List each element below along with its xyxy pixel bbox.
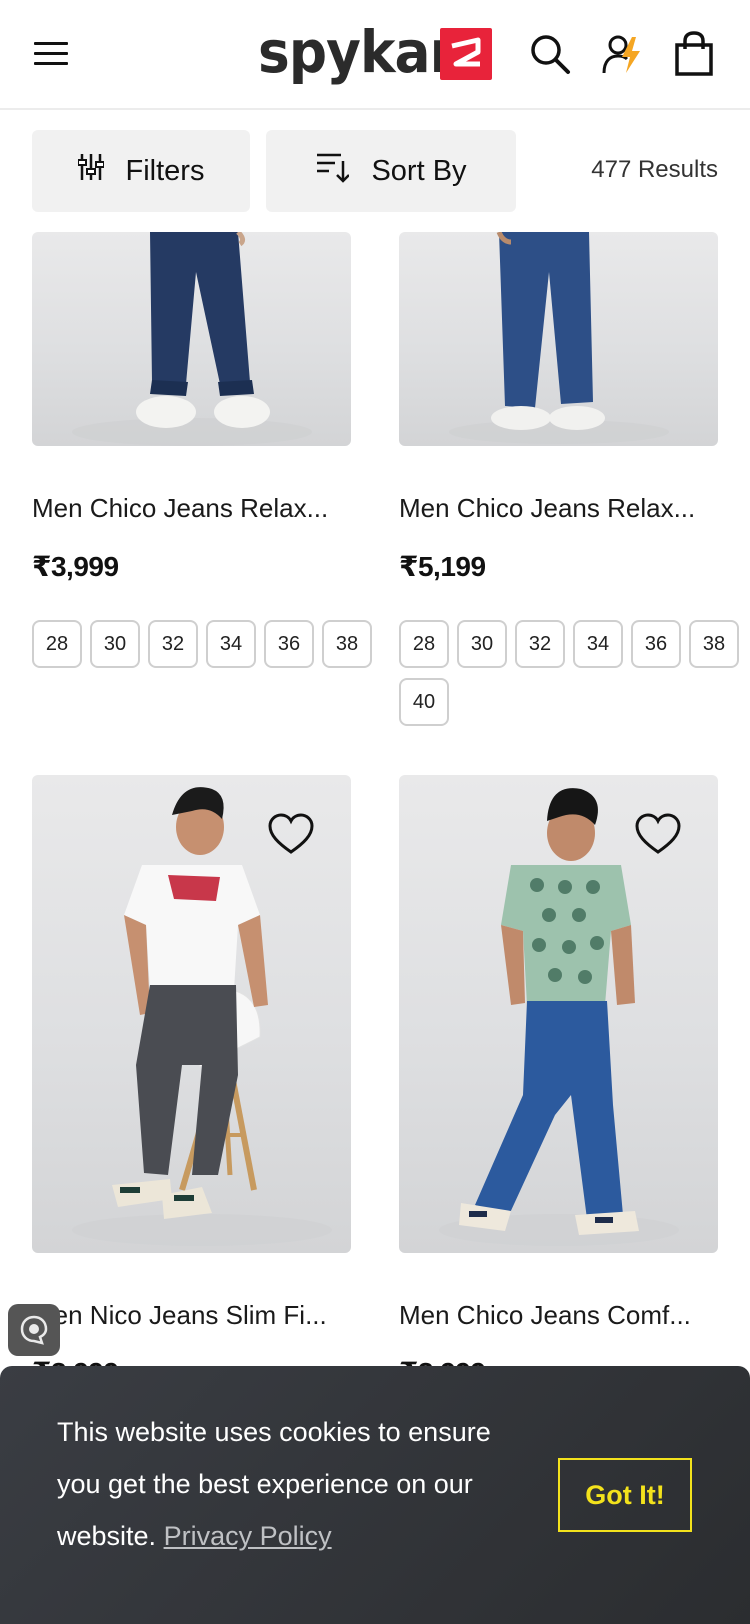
menu-icon[interactable] <box>34 38 70 70</box>
size-chip[interactable]: 38 <box>322 620 372 668</box>
logo-wordmark: spykar <box>258 18 456 86</box>
size-options: 28 30 32 34 36 38 <box>32 620 372 668</box>
sort-icon <box>315 151 351 191</box>
product-image[interactable] <box>32 232 351 446</box>
size-chip[interactable]: 30 <box>457 620 507 668</box>
wishlist-heart-icon[interactable] <box>635 813 681 855</box>
size-chip[interactable]: 36 <box>264 620 314 668</box>
filter-sort-bar: Filters Sort By 477 Results <box>0 112 750 232</box>
size-chip[interactable]: 28 <box>32 620 82 668</box>
size-chip[interactable]: 38 <box>689 620 739 668</box>
sort-button[interactable]: Sort By <box>266 130 516 212</box>
product-name[interactable]: Men Chico Jeans Comf... <box>399 1300 719 1331</box>
chat-widget-button[interactable] <box>8 1304 60 1356</box>
wishlist-heart-icon[interactable] <box>268 813 314 855</box>
size-chip[interactable]: 28 <box>399 620 449 668</box>
size-chip[interactable]: 30 <box>90 620 140 668</box>
product-price: ₹5,199 <box>399 551 486 582</box>
size-chip[interactable]: 34 <box>206 620 256 668</box>
results-count: 477 Results <box>591 156 718 183</box>
product-name[interactable]: Men Nico Jeans Slim Fi... <box>32 1300 352 1331</box>
product-image[interactable] <box>399 232 718 446</box>
size-chip[interactable]: 32 <box>515 620 565 668</box>
privacy-policy-link[interactable]: Privacy Policy <box>164 1521 332 1551</box>
size-chip[interactable]: 32 <box>148 620 198 668</box>
sliders-icon <box>76 152 105 190</box>
product-name[interactable]: Men Chico Jeans Relax... <box>399 493 719 524</box>
size-chip[interactable]: 40 <box>399 678 449 726</box>
brand-logo[interactable]: spykar <box>258 18 492 86</box>
account-icon[interactable] <box>597 30 645 78</box>
size-chip[interactable]: 36 <box>631 620 681 668</box>
filters-button[interactable]: Filters <box>32 130 250 212</box>
size-options: 28 30 32 34 36 38 40 <box>399 620 739 726</box>
accept-cookies-button[interactable]: Got It! <box>558 1458 692 1532</box>
product-price: ₹3,999 <box>32 551 119 582</box>
cookie-message: This website uses cookies to ensure you … <box>57 1406 527 1562</box>
filters-label: Filters <box>125 154 205 187</box>
cookie-consent-banner: This website uses cookies to ensure you … <box>0 1366 750 1624</box>
site-header: spykar <box>0 0 750 110</box>
size-chip[interactable]: 34 <box>573 620 623 668</box>
logo-badge <box>440 28 492 80</box>
cart-icon[interactable] <box>670 30 718 78</box>
sort-label: Sort By <box>371 154 467 187</box>
product-name[interactable]: Men Chico Jeans Relax... <box>32 493 352 524</box>
chat-bubble-icon <box>20 1315 48 1345</box>
search-icon[interactable] <box>526 30 574 78</box>
